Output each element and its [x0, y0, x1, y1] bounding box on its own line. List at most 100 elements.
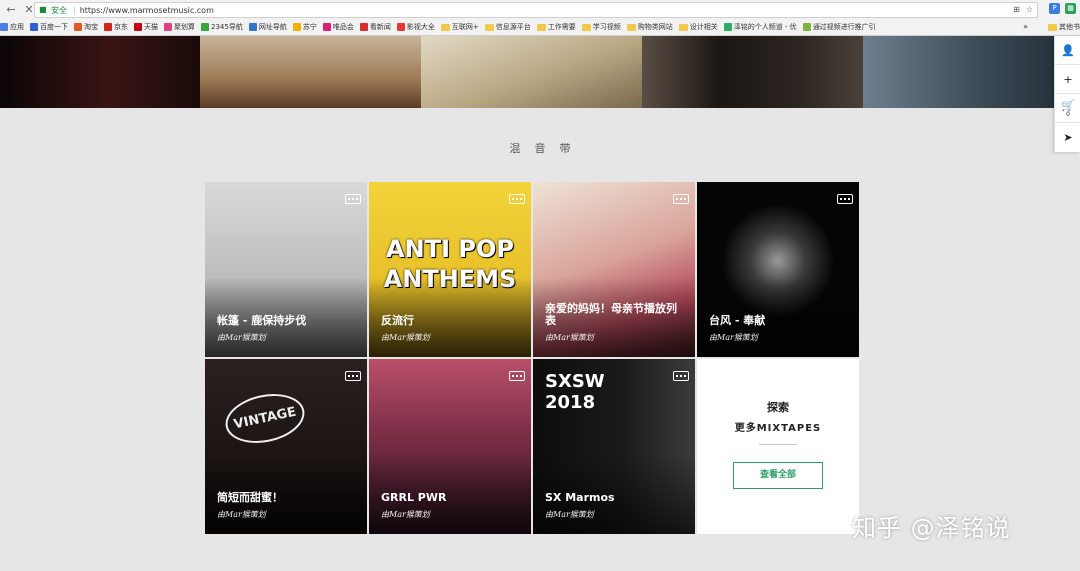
bookmark-label: 淘宝	[84, 23, 98, 31]
mixtape-curator: 由Mar猴策划	[709, 333, 758, 342]
bookmark-item[interactable]: 天猫	[134, 22, 158, 32]
explore-heading: 探索	[767, 401, 789, 414]
mixtape-title[interactable]: 反流行	[381, 315, 523, 327]
bookmark-favicon-icon	[248, 23, 257, 31]
mixtape-card[interactable]: ANTI POP ANTHEMS反流行由Mar猴策划	[369, 182, 531, 357]
bookmark-item[interactable]: 京东	[104, 22, 128, 32]
bookmark-item[interactable]: 应用	[0, 22, 24, 32]
bookmark-favicon-icon	[322, 23, 331, 31]
bookmark-favicon-icon	[802, 23, 811, 31]
back-icon[interactable]: ←	[4, 3, 18, 17]
bookmark-item[interactable]: 唯品会	[322, 22, 354, 32]
bookmark-item[interactable]: 影视大全	[396, 22, 435, 32]
account-button[interactable]: 👤	[1055, 36, 1080, 65]
mixtape-card[interactable]: 帐篷 - 鹿保持步伐 由Mar猴策划	[205, 182, 367, 357]
bookmark-item[interactable]: 学习视频	[581, 22, 621, 32]
mixtape-title[interactable]: 亲爱的妈妈！母亲节播放列表	[545, 303, 687, 327]
hero-image	[642, 36, 863, 108]
mixtape-title[interactable]: SX Marmos	[545, 492, 687, 504]
bookmark-label: 通过视频进行推广引	[812, 23, 876, 31]
more-options-icon[interactable]	[509, 371, 525, 381]
mixtape-curator: 由Mar猴策划	[381, 510, 430, 519]
mixtape-title[interactable]: 简短而甜蜜！	[217, 492, 359, 504]
address-separator: |	[73, 5, 76, 15]
bookmarks-bar: 应用 百度一下 淘宝 京东 天猫 聚划算 2345导航 网址导航 苏宁 唯品会 看新闻 影视大全 互联网…	[0, 19, 1080, 35]
other-bookmarks-label: 其他书	[1059, 23, 1080, 31]
bookmark-favicon-icon	[164, 23, 172, 31]
bookmark-label: 学习视频	[592, 23, 621, 31]
address-bar[interactable]: ■ 安全 | https://www.marmosetmusic.com ⊞ ☆	[34, 2, 1038, 18]
more-options-icon[interactable]	[345, 194, 361, 204]
user-icon: 👤	[1061, 43, 1075, 57]
mixtape-card[interactable]: GRRL PWR 由Mar猴策划	[369, 359, 531, 534]
bookmark-label: 泽铭的个人频道 - 优	[733, 23, 797, 31]
bookmark-item[interactable]: 网址导航	[248, 22, 287, 32]
mixtape-title[interactable]: 帐篷 - 鹿保持步伐	[217, 315, 359, 327]
mixtape-curator: 由Mar猴策划	[217, 510, 266, 519]
more-options-icon[interactable]	[673, 194, 689, 204]
mixtape-curator: 由Mar猴策划	[217, 333, 266, 342]
hero-image	[863, 36, 1080, 108]
other-bookmarks[interactable]: 其他书	[1048, 19, 1080, 35]
floating-sidebar: 👤 + 🛒 0 ➤	[1054, 36, 1080, 152]
translate-icon[interactable]: ⊞	[1013, 5, 1020, 14]
bookmark-label: 信息源平台	[495, 23, 531, 31]
bookmark-favicon-icon	[134, 23, 142, 31]
bookmark-item[interactable]: 设计相关	[678, 22, 718, 32]
bookmark-item[interactable]: 淘宝	[74, 22, 98, 32]
mixtape-card[interactable]: 台风 - 奉献 由Mar猴策划	[697, 182, 859, 357]
bookmark-label: 设计相关	[689, 23, 718, 31]
more-options-icon[interactable]	[509, 194, 525, 204]
mixtape-title[interactable]: 台风 - 奉献	[709, 315, 851, 327]
mixtape-grid: 探索 更多MIXTAPES 查看全部 帐篷 - 鹿保持步伐 由Mar猴策划 ANTI…	[205, 182, 859, 536]
folder-icon	[484, 23, 494, 31]
view-all-button[interactable]: 查看全部	[733, 462, 823, 489]
secure-label: 安全	[51, 5, 67, 15]
add-user-button[interactable]: +	[1055, 65, 1080, 94]
bookmark-favicon-icon	[30, 23, 38, 31]
extension-grid-icon[interactable]: ▦	[1065, 3, 1076, 14]
bookmark-item[interactable]: 互联网+	[440, 22, 479, 32]
explore-divider	[759, 444, 797, 445]
more-options-icon[interactable]	[837, 194, 853, 204]
lock-icon: ■	[39, 5, 47, 14]
hero-image	[421, 36, 642, 108]
folder-icon	[626, 23, 636, 31]
bookmark-item[interactable]: 看新闻	[359, 22, 391, 32]
bookmark-favicon-icon	[0, 23, 8, 31]
mixtape-curator: 由Mar猴策划	[545, 510, 594, 519]
more-bookmarks-icon[interactable]: »	[1023, 19, 1028, 35]
bookmark-item[interactable]: 2345导航	[201, 22, 243, 32]
bookmark-item[interactable]: 通过视频进行推广引	[802, 22, 876, 32]
bookmark-label: 看新闻	[369, 23, 391, 31]
mixtape-card[interactable]: 亲爱的妈妈！母亲节播放列表 由Mar猴策划	[533, 182, 695, 357]
bookmark-item[interactable]: 泽铭的个人频道 - 优	[723, 22, 797, 32]
bookmark-item[interactable]: 购物类网站	[626, 22, 673, 32]
bookmark-label: 京东	[114, 23, 128, 31]
mixtape-card[interactable]: SXSW 2018 SX Marmos 由Mar猴策划	[533, 359, 695, 534]
section-title: 混音带	[509, 142, 585, 155]
bookmark-favicon-icon	[292, 23, 301, 31]
url-text[interactable]: https://www.marmosetmusic.com	[80, 6, 214, 15]
bookmark-label: 苏宁	[302, 23, 317, 31]
star-icon[interactable]: ☆	[1026, 5, 1033, 14]
hero-image	[200, 36, 421, 108]
extension-p-icon[interactable]: P	[1049, 3, 1060, 14]
more-options-icon[interactable]	[345, 371, 361, 381]
folder-icon	[440, 23, 450, 31]
mixtape-title[interactable]: GRRL PWR	[381, 492, 523, 504]
mixtape-card[interactable]: VINTAGE 简短而甜蜜！ 由Mar猴策划	[205, 359, 367, 534]
more-options-icon[interactable]	[673, 371, 689, 381]
folder-icon	[678, 23, 688, 31]
bookmark-item[interactable]: 工作需要	[536, 22, 576, 32]
bookmark-item[interactable]: 聚划算	[164, 22, 195, 32]
bookmark-favicon-icon	[74, 23, 82, 31]
watermark: 知乎 @泽铭说	[852, 514, 1011, 542]
bookmark-label: 天猫	[144, 23, 158, 31]
mixtape-curator: 由Mar猴策划	[381, 333, 430, 342]
bookmark-item[interactable]: 信息源平台	[484, 22, 531, 32]
bookmark-item[interactable]: 百度一下	[30, 22, 68, 32]
omnibox-icons: ⊞ ☆	[1013, 5, 1033, 14]
bookmark-item[interactable]: 苏宁	[292, 22, 317, 32]
cart-button[interactable]: 🛒 0	[1055, 94, 1080, 123]
